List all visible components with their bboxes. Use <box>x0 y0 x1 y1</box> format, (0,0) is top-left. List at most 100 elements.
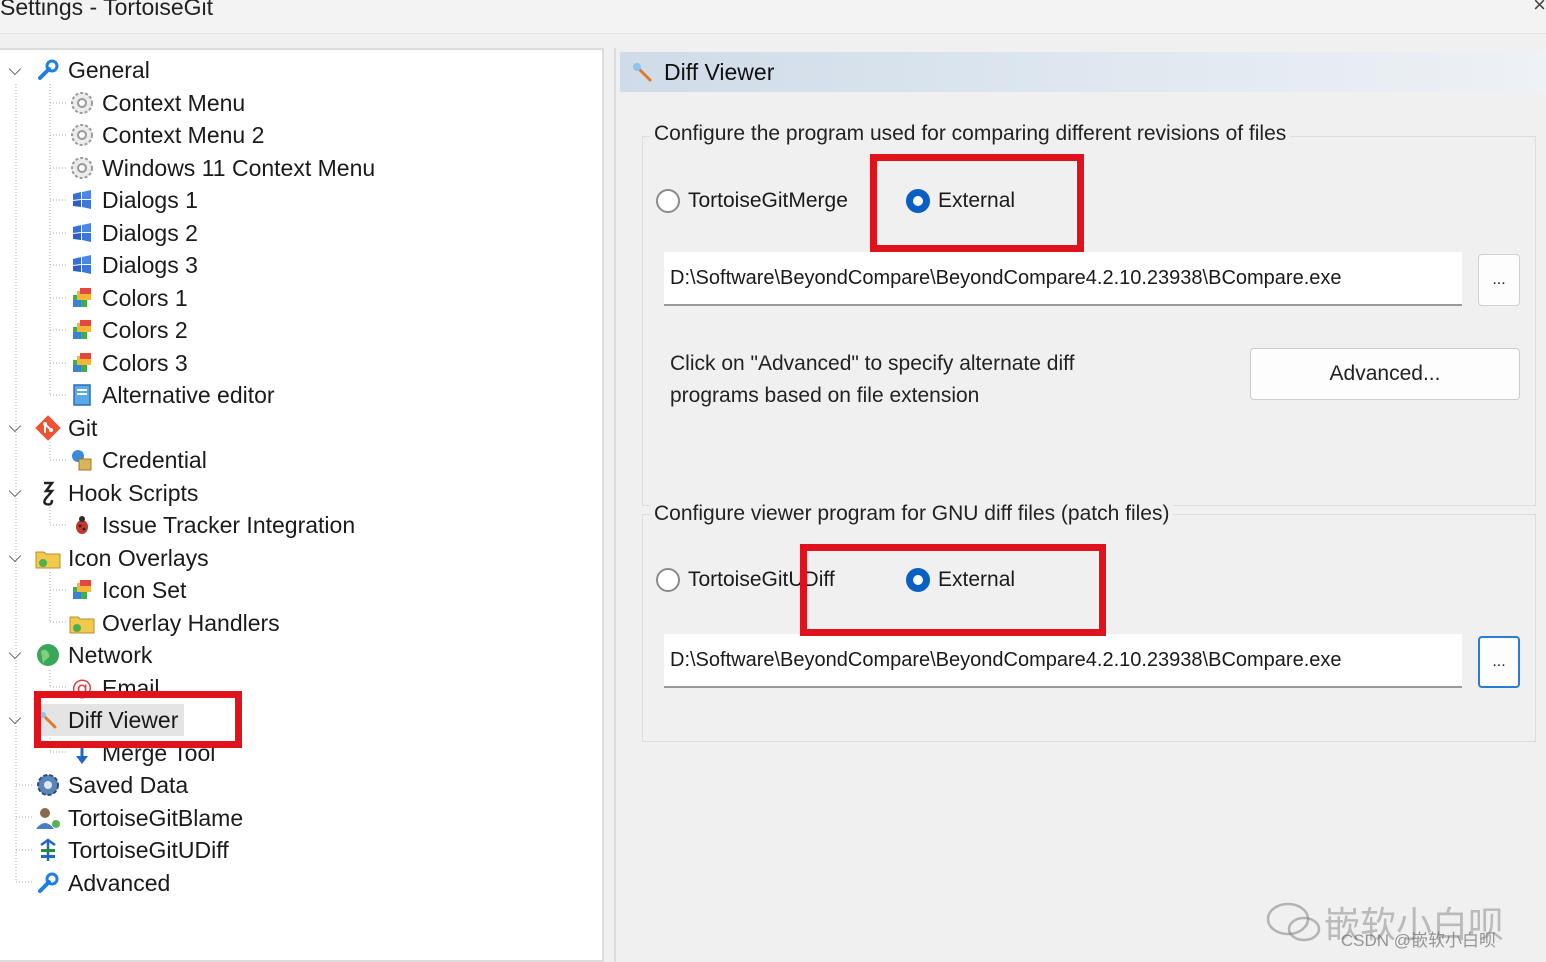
globe-icon <box>34 641 62 669</box>
radio-label: External <box>938 189 1016 212</box>
bug-icon <box>68 511 96 539</box>
chevron-down-icon[interactable]: ⌵ <box>6 417 24 436</box>
tree-item-advanced[interactable]: Advanced <box>34 867 170 899</box>
chevron-down-icon[interactable]: ⌵ <box>6 482 24 501</box>
document-icon <box>68 381 96 409</box>
tree-item-label: Issue Tracker Integration <box>102 511 356 538</box>
at-sign-icon: @ <box>68 674 96 702</box>
wrench-icon <box>34 869 62 897</box>
advanced-hint-text: Click on "Advanced" to specify alternate… <box>670 348 1074 412</box>
windows-icon <box>68 219 96 247</box>
tree-item-network[interactable]: Network <box>34 639 152 671</box>
radio-label: External <box>938 568 1016 591</box>
tree-item-icon-set[interactable]: Icon Set <box>68 574 186 606</box>
tree-item-label: Alternative editor <box>102 381 275 408</box>
advanced-button[interactable]: Advanced... <box>1250 348 1520 400</box>
wrench-icon <box>34 56 62 84</box>
tree-item-windows-11-context-menu[interactable]: Windows 11 Context Menu <box>68 152 375 184</box>
folder-overlay-icon <box>34 544 62 572</box>
chevron-down-icon[interactable]: ⌵ <box>6 644 24 663</box>
tree-item-dialogs-2[interactable]: Dialogs 2 <box>68 217 198 249</box>
tree-item-label: Dialogs 2 <box>102 219 198 246</box>
tree-item-label: Colors 2 <box>102 316 188 343</box>
tree-item-context-menu[interactable]: Context Menu <box>68 87 245 119</box>
magnifier-icon <box>628 58 656 86</box>
tree-item-label: TortoiseGitBlame <box>68 804 244 831</box>
radio-button-checked[interactable] <box>906 568 930 592</box>
palette-icon <box>68 284 96 312</box>
key-icon <box>68 446 96 474</box>
radio-tortoisegitudiff[interactable]: TortoiseGitUDiff <box>656 568 835 592</box>
page-header: Diff Viewer <box>620 52 1546 92</box>
radio-tortoisegitmerge[interactable]: TortoiseGitMerge <box>656 189 848 213</box>
diff-program-path-input[interactable] <box>664 252 1462 306</box>
patch-viewer-path-input[interactable] <box>664 634 1462 688</box>
settings-tree: ⌵ ⌵ ⌵ ⌵ ⌵ ⌵ General Context Menu Context… <box>0 48 604 962</box>
tree-item-label: Credential <box>102 446 207 473</box>
tree-item-label: Icon Set <box>102 576 187 603</box>
tree-item-alternative-editor[interactable]: Alternative editor <box>68 379 275 411</box>
radio-button-checked[interactable] <box>906 189 930 213</box>
chevron-down-icon[interactable]: ⌵ <box>6 709 24 728</box>
tree-item-label: Dialogs 1 <box>102 186 198 213</box>
palette-icon <box>68 349 96 377</box>
page-title: Diff Viewer <box>664 58 775 85</box>
tree-item-email[interactable]: @ Email <box>68 672 160 704</box>
tree-item-tortoisegitudiff[interactable]: TortoiseGitUDiff <box>34 834 229 866</box>
tree-item-merge-tool[interactable]: Merge Tool <box>68 737 215 769</box>
tree-item-label: Colors 3 <box>102 349 188 376</box>
radio-button-unchecked[interactable] <box>656 568 680 592</box>
tree-item-dialogs-1[interactable]: Dialogs 1 <box>68 184 198 216</box>
tree-item-colors-1[interactable]: Colors 1 <box>68 282 188 314</box>
advanced-hint-line: Click on "Advanced" to specify alternate… <box>670 352 1075 375</box>
tree-item-general[interactable]: General <box>34 54 150 86</box>
tree-item-icon-overlays[interactable]: Icon Overlays <box>34 542 209 574</box>
chevron-down-icon[interactable]: ⌵ <box>6 60 24 79</box>
gear-icon <box>68 154 96 182</box>
tree-item-label: Saved Data <box>68 771 189 798</box>
advanced-hint-line: programs based on file extension <box>670 384 980 407</box>
tree-item-credential[interactable]: Credential <box>68 444 207 476</box>
radio-label: TortoiseGitMerge <box>688 189 848 212</box>
radio-external-patch[interactable]: External <box>906 568 1015 592</box>
tree-item-label: Context Menu 2 <box>102 121 265 148</box>
tree-item-label: Dialogs 3 <box>102 251 198 278</box>
tree-item-git[interactable]: Git <box>34 412 97 444</box>
gear-icon <box>68 89 96 117</box>
tree-item-label: Merge Tool <box>102 739 216 766</box>
close-icon[interactable]: × <box>1533 0 1546 18</box>
radio-button-unchecked[interactable] <box>656 189 680 213</box>
tree-item-label: General <box>68 56 150 83</box>
title-bar: Settings - TortoiseGit × <box>0 0 1546 34</box>
browse-patch-viewer-button[interactable]: ... <box>1478 636 1520 688</box>
tree-item-issue-tracker-integration[interactable]: Issue Tracker Integration <box>68 509 355 541</box>
browse-diff-program-button[interactable]: ... <box>1478 254 1520 306</box>
gear-icon <box>68 121 96 149</box>
tree-item-diff-viewer[interactable]: Diff Viewer <box>34 704 185 736</box>
tree-item-overlay-handlers[interactable]: Overlay Handlers <box>68 607 280 639</box>
tree-item-saved-data[interactable]: Saved Data <box>34 769 188 801</box>
tree-item-dialogs-3[interactable]: Dialogs 3 <box>68 249 198 281</box>
palette-icon <box>68 576 96 604</box>
tree-item-label: Advanced <box>68 869 171 896</box>
tree-item-label: Overlay Handlers <box>102 609 280 636</box>
udiff-icon <box>34 836 62 864</box>
merge-arrow-icon <box>68 739 96 767</box>
tree-item-hook-scripts[interactable]: Hook Scripts <box>34 477 198 509</box>
chevron-down-icon[interactable]: ⌵ <box>6 547 24 566</box>
palette-icon <box>68 316 96 344</box>
tree-item-tortoisegitblame[interactable]: TortoiseGitBlame <box>34 802 243 834</box>
radio-external-diff[interactable]: External <box>906 189 1015 213</box>
tree-item-colors-2[interactable]: Colors 2 <box>68 314 188 346</box>
svg-text:@: @ <box>72 676 93 700</box>
tree-item-context-menu-2[interactable]: Context Menu 2 <box>68 119 264 151</box>
tree-item-label: Diff Viewer <box>68 706 179 733</box>
tree-item-label: Git <box>68 414 98 441</box>
tree-item-colors-3[interactable]: Colors 3 <box>68 347 188 379</box>
hook-icon <box>34 479 62 507</box>
tree-item-label: Icon Overlays <box>68 544 209 571</box>
tree-item-label: Network <box>68 641 153 668</box>
magnifier-icon <box>34 706 62 734</box>
tree-item-label: Windows 11 Context Menu <box>102 154 376 181</box>
windows-icon <box>68 186 96 214</box>
